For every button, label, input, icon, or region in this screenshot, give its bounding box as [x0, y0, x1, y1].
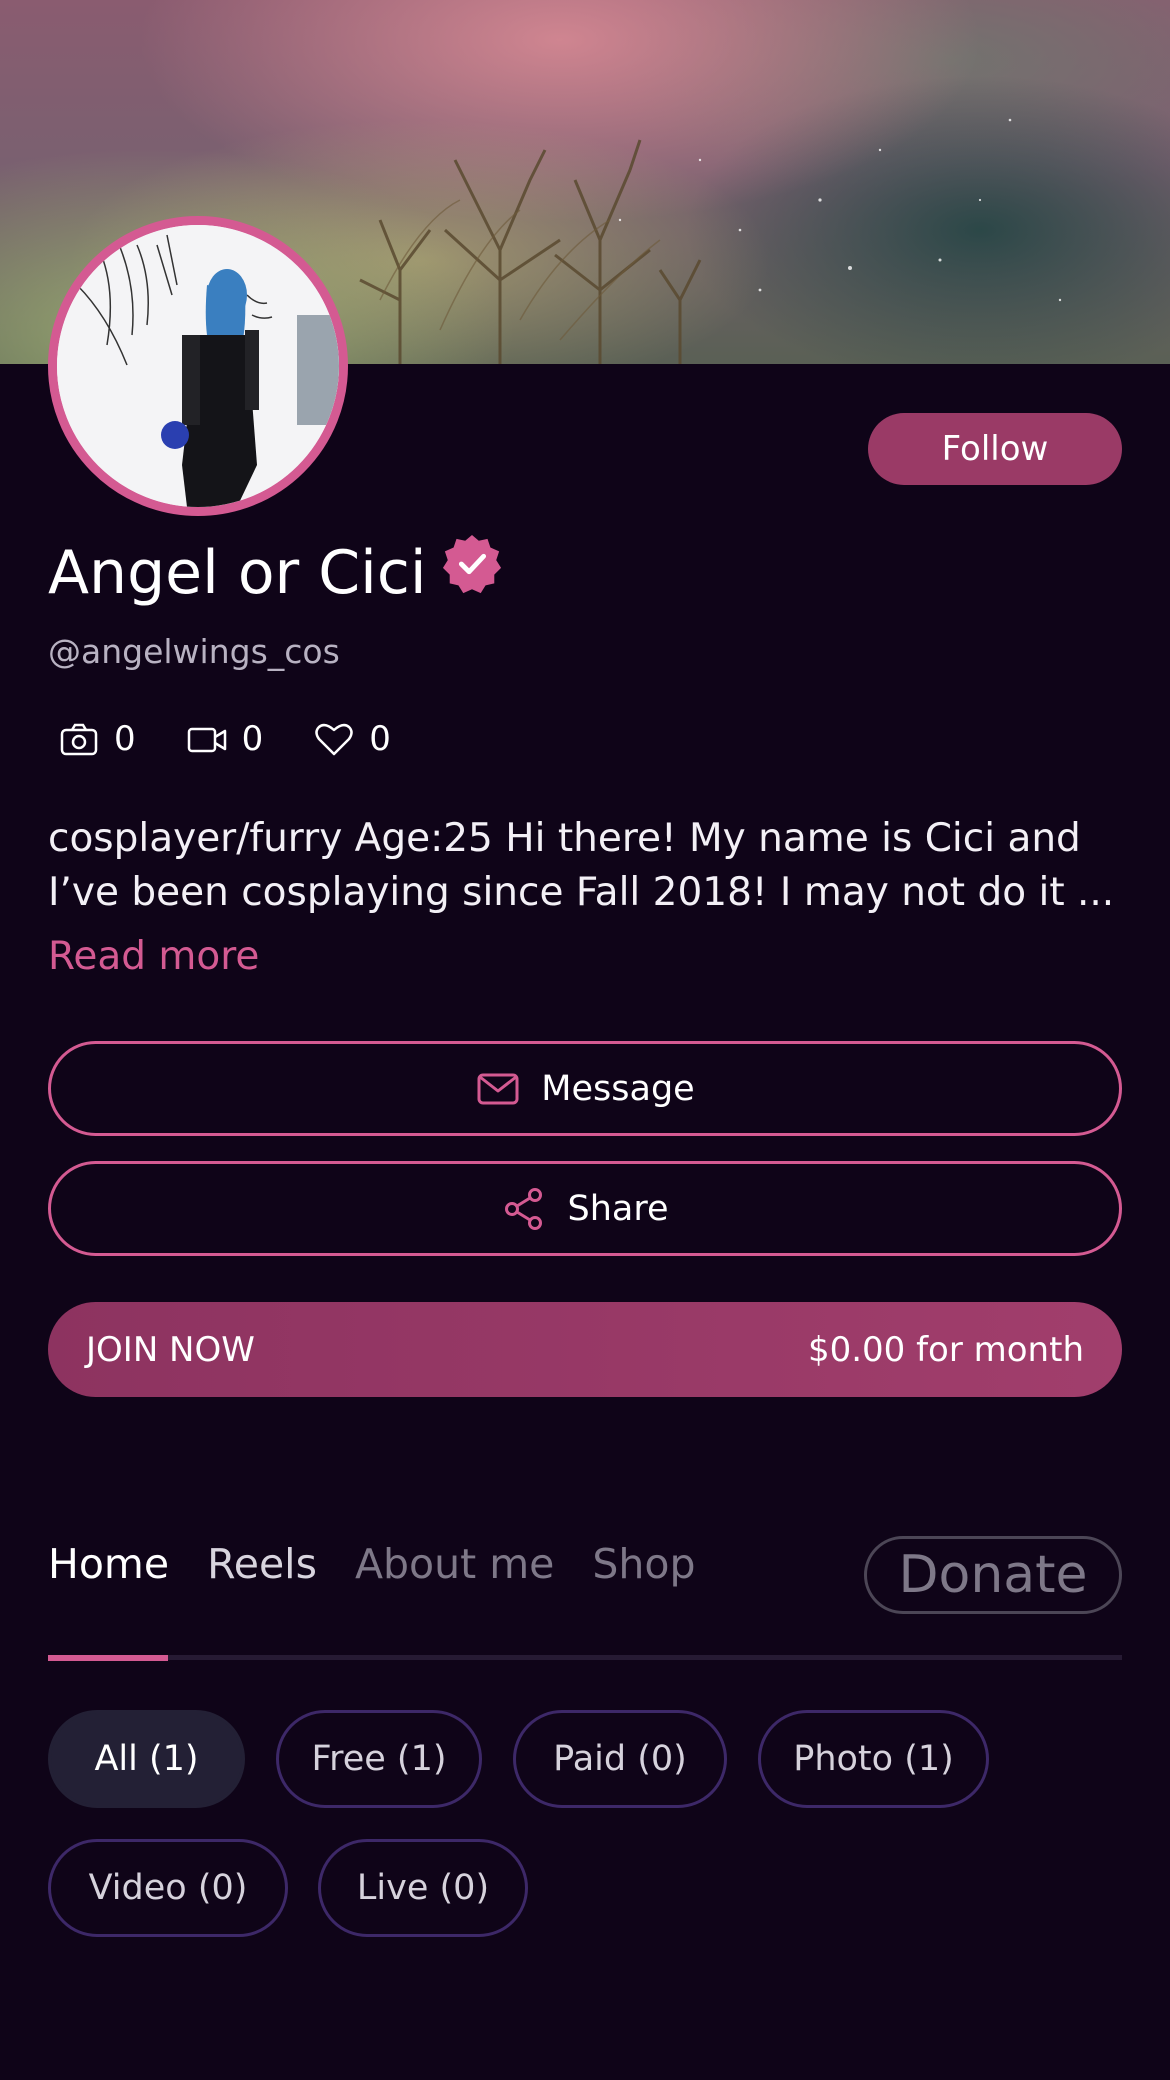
share-button[interactable]: Share — [48, 1161, 1122, 1256]
filter-label: Free — [311, 1739, 386, 1779]
photo-count: 0 — [114, 719, 136, 759]
profile-stats: 0 0 0 — [58, 718, 441, 760]
filter-chip-paid[interactable]: Paid (0) — [513, 1710, 727, 1808]
share-icon — [505, 1187, 543, 1230]
filter-label: Photo — [793, 1739, 894, 1779]
message-label: Message — [541, 1068, 695, 1109]
join-price: $0.00 for month — [807, 1329, 1084, 1370]
active-tab-indicator — [48, 1655, 168, 1661]
filter-chip-all[interactable]: All (1) — [48, 1710, 245, 1808]
avatar[interactable] — [48, 216, 348, 516]
avatar-photo — [57, 225, 339, 507]
filter-count: (1) — [148, 1739, 199, 1779]
video-icon — [187, 727, 226, 753]
camera-icon — [60, 723, 98, 756]
filter-count: (0) — [637, 1739, 687, 1779]
tab-shop[interactable]: Shop — [592, 1540, 695, 1588]
filter-chip-video[interactable]: Video (0) — [48, 1839, 288, 1937]
video-count-stat: 0 — [186, 718, 264, 760]
filter-label: Video — [88, 1868, 187, 1908]
read-more-link[interactable]: Read more — [48, 934, 259, 979]
filter-chip-photo[interactable]: Photo (1) — [758, 1710, 989, 1808]
video-count: 0 — [241, 719, 264, 759]
filter-chip-free[interactable]: Free (1) — [276, 1710, 482, 1808]
tab-about-me[interactable]: About me — [355, 1540, 554, 1588]
heart-icon — [315, 723, 354, 756]
bio-line-1: cosplayer/furry Age:25 Hi there! My name… — [48, 816, 1081, 861]
profile-tabs: Home Reels About me Shop — [48, 1540, 733, 1588]
tab-reels[interactable]: Reels — [207, 1540, 317, 1588]
envelope-icon — [477, 1073, 519, 1104]
filter-chip-live[interactable]: Live (0) — [318, 1839, 528, 1937]
filter-label: Live — [356, 1868, 429, 1908]
filter-count: (0) — [197, 1868, 248, 1908]
share-label: Share — [567, 1188, 669, 1229]
photo-count-stat: 0 — [58, 718, 136, 760]
message-button[interactable]: Message — [48, 1041, 1122, 1136]
follow-button[interactable]: Follow — [868, 413, 1122, 485]
donate-button[interactable]: Donate — [864, 1536, 1122, 1614]
filter-count: (0) — [439, 1868, 490, 1908]
join-label: JOIN NOW — [86, 1329, 255, 1370]
like-count-stat: 0 — [313, 718, 391, 760]
profile-name: Angel or Cici — [48, 538, 427, 608]
join-now-button[interactable]: JOIN NOW $0.00 for month — [48, 1302, 1122, 1397]
bio-line-2: I’ve been cosplaying since Fall 2018! I … — [48, 870, 1115, 915]
like-count: 0 — [369, 719, 391, 759]
profile-name-row: Angel or Cici — [48, 528, 503, 618]
tab-home[interactable]: Home — [48, 1540, 169, 1588]
filter-count: (1) — [904, 1739, 954, 1779]
profile-bio: cosplayer/furry Age:25 Hi there! My name… — [48, 812, 1128, 920]
profile-handle: @angelwings_cos — [48, 632, 340, 671]
filter-count: (1) — [396, 1739, 447, 1779]
tab-track — [48, 1655, 1122, 1660]
filter-label: All — [94, 1739, 138, 1779]
filter-label: Paid — [553, 1739, 627, 1779]
verified-badge-icon — [442, 534, 501, 594]
